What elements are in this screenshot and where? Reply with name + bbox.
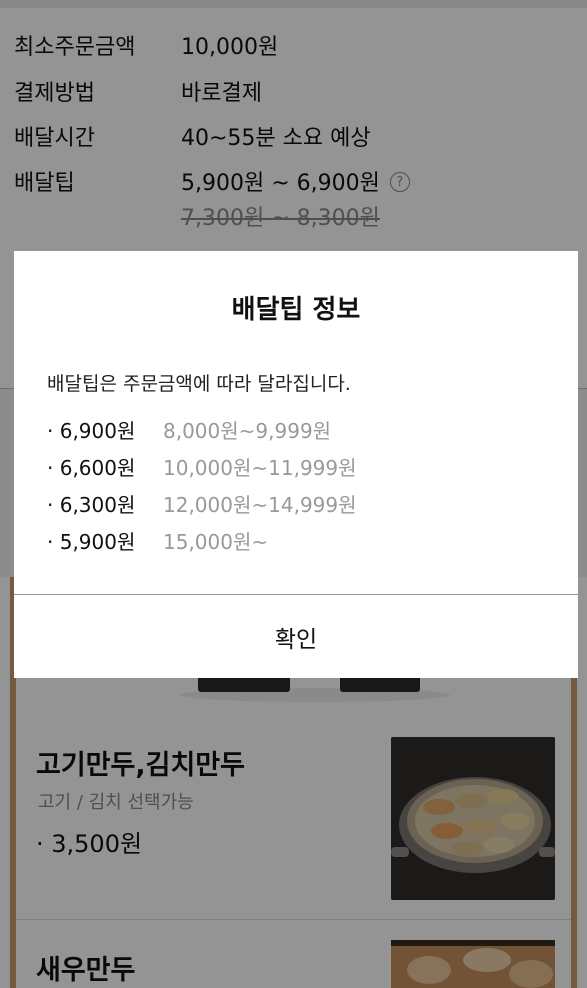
modal-title: 배달팁 정보 xyxy=(231,295,361,325)
tip-fee: · 5,900원 xyxy=(47,529,136,554)
tip-tier-row: · 6,900원 8,000원~9,999원 xyxy=(47,414,331,444)
page: 최소주문금액 10,000원 결제방법 바로결제 배달시간 40~55분 소요 … xyxy=(0,0,587,988)
tip-tier-row: · 6,300원 12,000원~14,999원 xyxy=(47,488,357,518)
tip-tier-row: · 6,600원 10,000원~11,999원 xyxy=(47,451,357,481)
tip-range: 10,000원~11,999원 xyxy=(163,455,357,480)
tip-range: 15,000원~ xyxy=(163,529,269,554)
tip-fee: · 6,600원 xyxy=(47,455,136,480)
delivery-tip-modal: 배달팁 정보 배달팁은 주문금액에 따라 달라집니다. · 6,900원 8,0… xyxy=(14,251,578,678)
confirm-button[interactable]: 확인 xyxy=(14,595,578,678)
tip-fee: · 6,300원 xyxy=(47,492,136,517)
tip-range: 8,000원~9,999원 xyxy=(163,418,332,443)
tip-fee: · 6,900원 xyxy=(47,418,136,443)
modal-description: 배달팁은 주문금액에 따라 달라집니다. xyxy=(47,373,351,395)
tip-tier-row: · 5,900원 15,000원~ xyxy=(47,525,268,555)
tip-range: 12,000원~14,999원 xyxy=(163,492,357,517)
